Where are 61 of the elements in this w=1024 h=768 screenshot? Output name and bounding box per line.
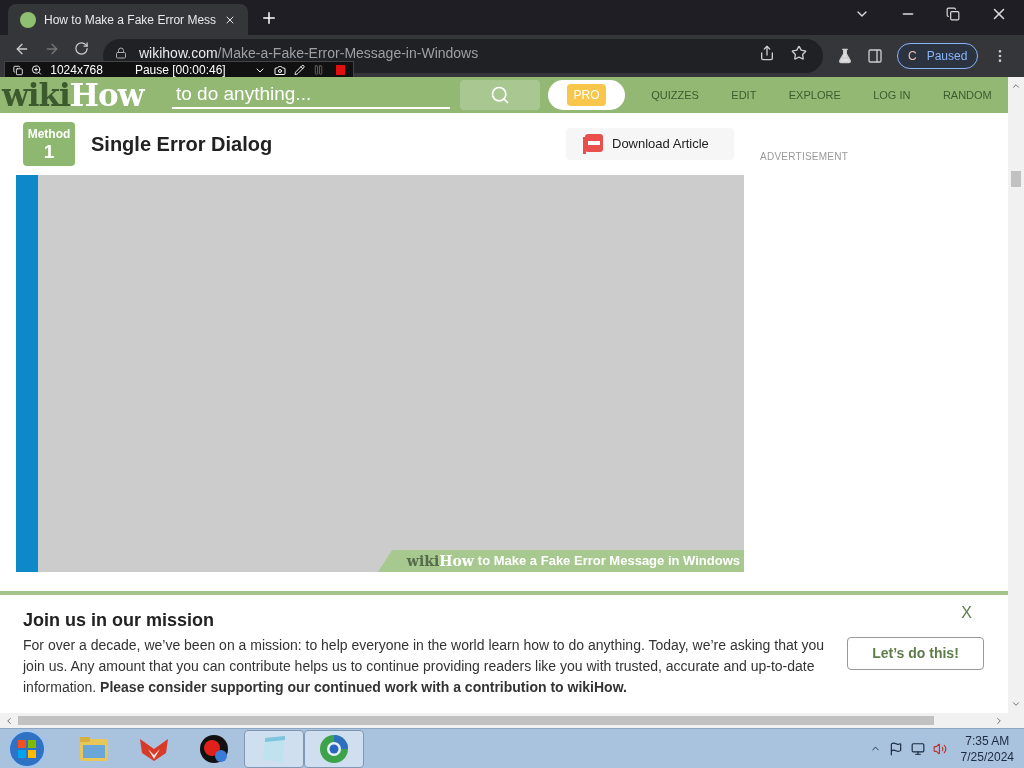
profile-button[interactable]: C Paused — [897, 43, 979, 69]
pdf-icon — [582, 133, 604, 155]
side-panel-icon[interactable] — [867, 48, 883, 64]
scroll-up-icon[interactable] — [1011, 81, 1021, 91]
pencil-icon[interactable] — [293, 64, 305, 76]
scroll-down-icon[interactable] — [1011, 699, 1021, 709]
folder-icon — [79, 734, 109, 763]
flask-icon[interactable] — [837, 48, 853, 64]
search-icon — [490, 85, 510, 105]
camera-icon[interactable] — [273, 63, 286, 77]
clock[interactable]: 7:35 AM 7/25/2024 — [960, 732, 1014, 765]
reload-icon[interactable] — [74, 41, 89, 56]
image-caption: wikiHow to Make a Fake Error Message in Windows — [378, 550, 744, 572]
tab-title: How to Make a Fake Error Mess — [44, 11, 217, 29]
restore-icon[interactable] — [946, 7, 960, 21]
start-button[interactable] — [8, 729, 46, 768]
network-icon[interactable] — [910, 741, 925, 756]
volume-muted-icon[interactable] — [932, 741, 947, 756]
ad-label: ADVERTISEMENT — [760, 151, 849, 162]
search-field[interactable]: to do anything... — [172, 81, 450, 109]
back-icon[interactable] — [14, 41, 30, 57]
bookmark-star-icon[interactable] — [791, 45, 807, 61]
scroll-left-icon[interactable] — [4, 715, 14, 726]
banner-title: Join us in our mission — [23, 611, 216, 629]
window-icon[interactable] — [13, 64, 24, 76]
nav-link[interactable]: EXPLORE — [788, 86, 841, 104]
forward-icon[interactable] — [44, 41, 60, 57]
lets-do-this-button[interactable]: Let’s do this! — [847, 637, 984, 670]
stop-icon[interactable] — [335, 65, 345, 75]
taskbar-app[interactable] — [304, 729, 364, 768]
url-text: wikihow.com/Make-a-Fake-Error-Message-in-Windows — [139, 43, 479, 63]
method-title: Single Error Dialog — [91, 132, 273, 157]
vertical-scrollbar[interactable] — [1008, 77, 1024, 713]
close-button[interactable]: X — [961, 601, 972, 625]
banner-text: For over a decade, we’ve been on a mission: to help everyone in the world learn how to do anything. Today, we’re asking that you join us. Any amount that you can contribute helps us to continue providing readers like you with trusted, accurate and up-to-date information. Please consider supporting our continued work with a contribution to wikiHow. — [23, 636, 826, 697]
share-icon[interactable] — [759, 45, 775, 61]
profile-status: Paused — [926, 48, 968, 65]
lock-icon — [115, 47, 127, 59]
browser-tab[interactable]: How to Make a Fake Error Mess — [8, 4, 248, 35]
favicon — [20, 11, 36, 28]
scroll-thumb[interactable] — [1011, 171, 1021, 187]
wikihow-logo[interactable]: wikiHow — [0, 79, 172, 111]
method-badge: Method 1 — [23, 122, 75, 166]
record-icon — [199, 733, 229, 764]
nav-link[interactable]: LOG IN — [873, 86, 911, 104]
scroll-thumb[interactable] — [18, 716, 934, 725]
horizontal-scrollbar[interactable] — [0, 713, 1024, 728]
nav-link[interactable]: QUIZZES — [651, 86, 699, 104]
new-tab-icon[interactable] — [260, 9, 278, 27]
nav-link[interactable]: RANDOM — [942, 86, 992, 104]
avatar: C — [908, 48, 917, 65]
pause-icon[interactable] — [312, 64, 324, 76]
scroll-right-icon[interactable] — [994, 715, 1004, 726]
zoom-icon[interactable] — [31, 64, 43, 76]
pro-badge: PRO — [567, 84, 606, 106]
recorder-resolution: 1024x768 — [50, 62, 103, 79]
globe-icon — [318, 732, 350, 765]
windows-logo-icon — [17, 738, 37, 759]
nav-link[interactable]: EDIT — [731, 86, 757, 104]
flag-icon[interactable] — [888, 741, 903, 756]
download-button[interactable]: Download Article — [566, 128, 734, 160]
